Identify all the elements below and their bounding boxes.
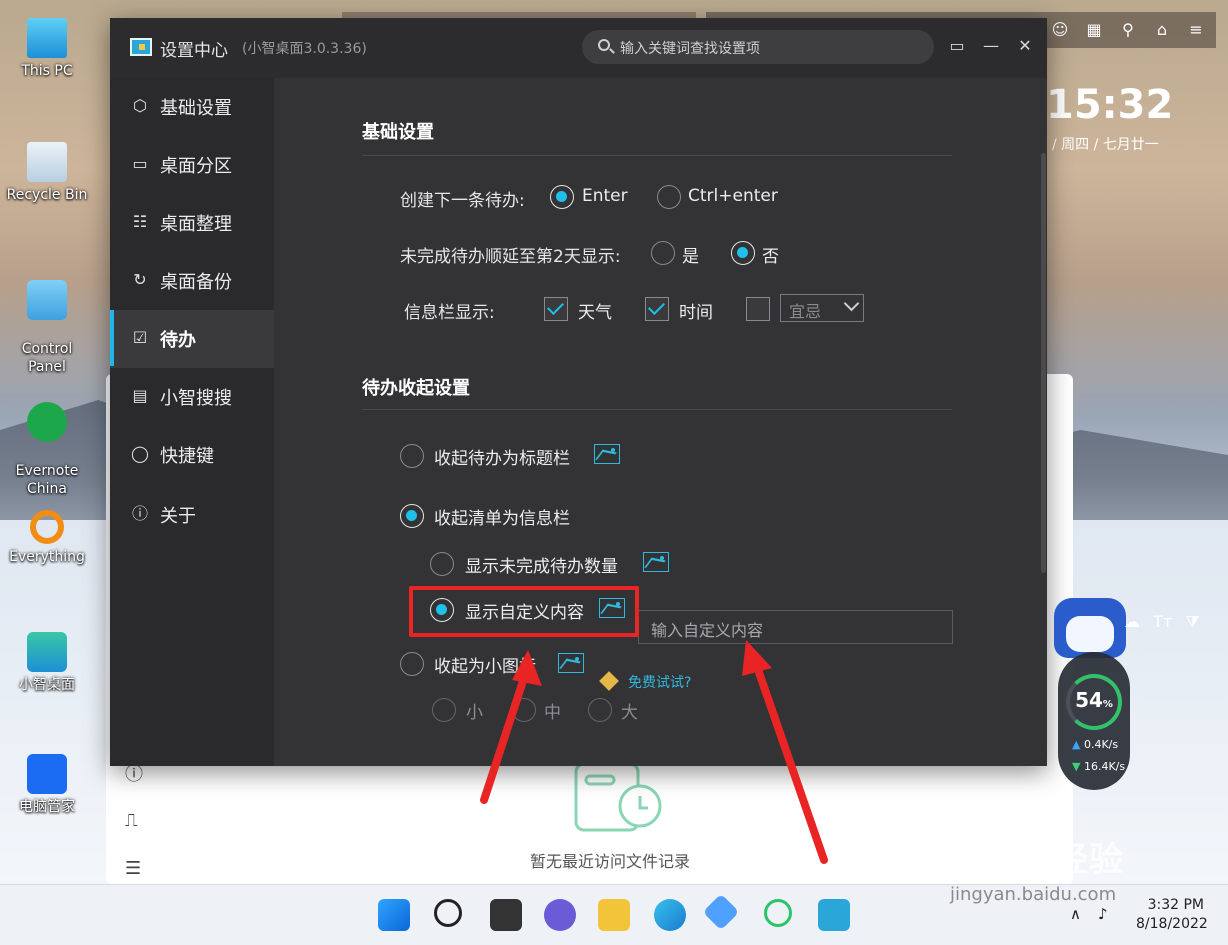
side-tools: ☁ Tт ⧩	[1124, 612, 1200, 632]
search-icon[interactable]	[434, 899, 462, 927]
cpu-percent-value: 54	[1075, 688, 1103, 712]
volume-icon[interactable]: ♪	[1098, 905, 1108, 923]
app-cross-icon[interactable]	[702, 893, 740, 931]
upload-speed: ▲ 0.4K/s	[1072, 738, 1118, 751]
teams-chat-icon[interactable]	[544, 899, 576, 931]
cpu-percent: 54%	[1070, 688, 1118, 712]
download-speed: ▼ 16.4K/s	[1072, 760, 1125, 773]
green-search-icon[interactable]	[764, 899, 792, 927]
windows-start-icon[interactable]	[378, 899, 410, 931]
upload-speed-value: 0.4K/s	[1083, 738, 1119, 751]
annotation-arrows	[480, 640, 828, 864]
filter-icon[interactable]: ⧩	[1185, 612, 1199, 631]
task-view-icon[interactable]	[490, 899, 522, 931]
xiaozhi-taskbar-icon[interactable]	[818, 899, 850, 931]
robot-face	[1066, 616, 1114, 652]
tray-date[interactable]: 8/18/2022	[1136, 916, 1208, 932]
download-speed-value: 16.4K/s	[1083, 760, 1126, 773]
baidu-watermark-url: jingyan.baidu.com	[950, 884, 1117, 905]
arrow-down-icon: ▼	[1072, 760, 1081, 773]
file-explorer-icon[interactable]	[598, 899, 630, 931]
performance-widget[interactable]: 54% ▲ 0.4K/s ▼ 16.4K/s	[1058, 652, 1130, 790]
cloud-icon[interactable]: ☁	[1124, 612, 1140, 631]
tray-time[interactable]: 3:32 PM	[1142, 897, 1204, 913]
assistant-robot-icon[interactable]	[1054, 598, 1126, 658]
arrow-up-icon: ▲	[1072, 738, 1081, 751]
cpu-percent-unit: %	[1102, 699, 1113, 710]
edge-browser-icon[interactable]	[654, 899, 686, 931]
baidu-watermark: Baidu经验	[940, 840, 1125, 880]
font-size-icon[interactable]: Tт	[1153, 612, 1172, 631]
chevron-up-icon[interactable]: ∧	[1070, 905, 1081, 923]
